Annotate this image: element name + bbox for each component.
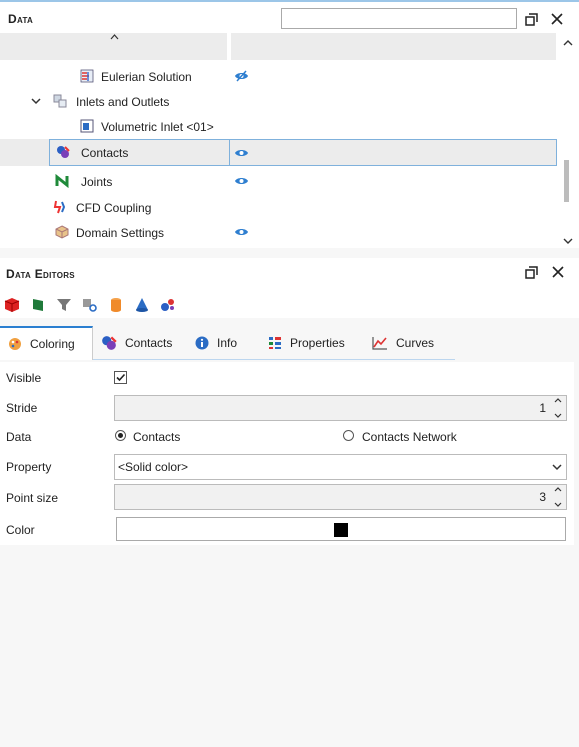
tree-row-label: Joints bbox=[81, 175, 113, 189]
tree-row-domain-settings[interactable]: Domain Settings bbox=[0, 220, 557, 245]
tree-row-label: Inlets and Outlets bbox=[76, 95, 170, 109]
decrement-icon[interactable] bbox=[554, 502, 562, 507]
tab-info[interactable]: Info bbox=[187, 326, 260, 360]
eye-icon[interactable] bbox=[234, 226, 249, 238]
radio-contacts-network[interactable] bbox=[343, 430, 354, 441]
tree-row-inlets-outlets[interactable]: Inlets and Outlets bbox=[0, 89, 557, 114]
point-size-value: 3 bbox=[539, 490, 546, 504]
info-icon bbox=[195, 336, 209, 349]
tree-row-cfd-coupling[interactable]: CFD Coupling bbox=[0, 195, 557, 220]
sort-up-icon bbox=[110, 34, 119, 40]
palette-icon bbox=[9, 338, 21, 350]
chevron-down-icon[interactable] bbox=[552, 464, 562, 471]
eulerian-icon bbox=[80, 69, 94, 83]
tree-row-label: CFD Coupling bbox=[76, 201, 152, 215]
checkmark-icon bbox=[116, 373, 126, 382]
tree-row-label: Domain Settings bbox=[76, 226, 165, 240]
data-label: Data bbox=[6, 430, 32, 444]
point-size-spin-buttons[interactable] bbox=[552, 487, 564, 507]
property-select[interactable]: <Solid color> bbox=[114, 454, 567, 480]
editor-tabs: Coloring Contacts Info Properties Curves bbox=[0, 326, 455, 360]
close-icon[interactable] bbox=[550, 264, 566, 280]
tree-row-joints[interactable]: Joints bbox=[0, 169, 557, 194]
cylinder-icon[interactable] bbox=[108, 297, 124, 313]
increment-icon[interactable] bbox=[554, 487, 562, 492]
visible-checkbox[interactable] bbox=[114, 371, 127, 384]
tab-coloring[interactable]: Coloring bbox=[0, 326, 93, 360]
radio-contacts-label: Contacts bbox=[133, 430, 181, 444]
volumetric-inlet-icon bbox=[80, 119, 94, 133]
tree-row-label: Eulerian Solution bbox=[101, 70, 192, 84]
tab-curves[interactable]: Curves bbox=[364, 326, 455, 360]
scroll-up-icon[interactable] bbox=[563, 39, 573, 46]
color-label: Color bbox=[6, 523, 35, 537]
particles-icon[interactable] bbox=[160, 297, 176, 313]
selection-outline bbox=[230, 139, 557, 166]
tab-label: Coloring bbox=[30, 337, 75, 351]
contacts-icon bbox=[57, 146, 70, 158]
inspect-icon[interactable] bbox=[82, 297, 98, 313]
stride-label: Stride bbox=[6, 401, 38, 415]
tree-scrollbar[interactable] bbox=[562, 35, 574, 247]
chevron-down-icon[interactable] bbox=[31, 98, 41, 105]
cfd-coupling-icon bbox=[53, 200, 66, 214]
tab-properties[interactable]: Properties bbox=[260, 326, 364, 360]
filter-icon[interactable] bbox=[56, 297, 72, 313]
data-panel-title: Data bbox=[8, 12, 34, 26]
column-header-visibility[interactable] bbox=[231, 33, 556, 60]
eye-icon[interactable] bbox=[234, 147, 249, 159]
surface-icon[interactable] bbox=[31, 297, 47, 313]
inlets-outlets-icon bbox=[53, 94, 67, 108]
restore-icon[interactable] bbox=[523, 11, 539, 27]
tree-row-contacts[interactable]: Contacts bbox=[0, 139, 557, 166]
data-panel: Data Eulerian Solution Inlets and Outlet… bbox=[0, 0, 579, 248]
tree-row-label: Volumetric Inlet <01> bbox=[101, 120, 214, 134]
cone-icon[interactable] bbox=[134, 297, 150, 313]
tab-label: Info bbox=[217, 335, 238, 350]
tab-label: Curves bbox=[396, 335, 435, 350]
radio-contacts-network-label: Contacts Network bbox=[362, 430, 457, 444]
contacts-icon bbox=[102, 335, 117, 350]
tree-row-volumetric-inlet[interactable]: Volumetric Inlet <01> bbox=[0, 114, 557, 139]
restore-icon[interactable] bbox=[523, 264, 539, 280]
domain-settings-icon bbox=[55, 225, 69, 239]
tab-contacts[interactable]: Contacts bbox=[93, 326, 187, 360]
data-editors-title: Data Editors bbox=[6, 267, 75, 281]
radio-contacts[interactable] bbox=[115, 430, 126, 441]
tab-label: Contacts bbox=[125, 335, 173, 350]
increment-icon[interactable] bbox=[554, 398, 562, 403]
property-label: Property bbox=[6, 460, 52, 474]
scroll-thumb[interactable] bbox=[564, 160, 569, 202]
cube-icon[interactable] bbox=[4, 297, 20, 313]
eye-hidden-icon[interactable] bbox=[234, 70, 249, 82]
tab-label: Properties bbox=[290, 335, 345, 350]
point-size-label: Point size bbox=[6, 491, 59, 505]
search-input[interactable] bbox=[281, 8, 517, 29]
curves-icon bbox=[372, 336, 387, 350]
stride-spin-buttons[interactable] bbox=[552, 398, 564, 418]
tree-row-label: Contacts bbox=[81, 146, 129, 160]
tree-row-eulerian-solution[interactable]: Eulerian Solution bbox=[0, 64, 557, 89]
scroll-down-icon[interactable] bbox=[563, 238, 573, 245]
eye-icon[interactable] bbox=[234, 175, 249, 187]
visible-label: Visible bbox=[6, 371, 42, 385]
point-size-stepper[interactable]: 3 bbox=[114, 484, 567, 510]
joints-icon bbox=[55, 174, 69, 188]
decrement-icon[interactable] bbox=[554, 413, 562, 418]
stride-stepper[interactable]: 1 bbox=[114, 395, 567, 421]
property-value: <Solid color> bbox=[118, 460, 189, 474]
close-icon[interactable] bbox=[549, 11, 565, 27]
color-swatch bbox=[334, 523, 348, 537]
properties-icon bbox=[269, 336, 281, 349]
stride-value: 1 bbox=[539, 401, 546, 415]
color-picker[interactable] bbox=[116, 517, 566, 541]
selection-outline bbox=[49, 139, 230, 166]
coloring-form: Visible Stride 1 Data Contacts Contacts … bbox=[0, 362, 574, 545]
column-header-name[interactable] bbox=[0, 33, 227, 60]
